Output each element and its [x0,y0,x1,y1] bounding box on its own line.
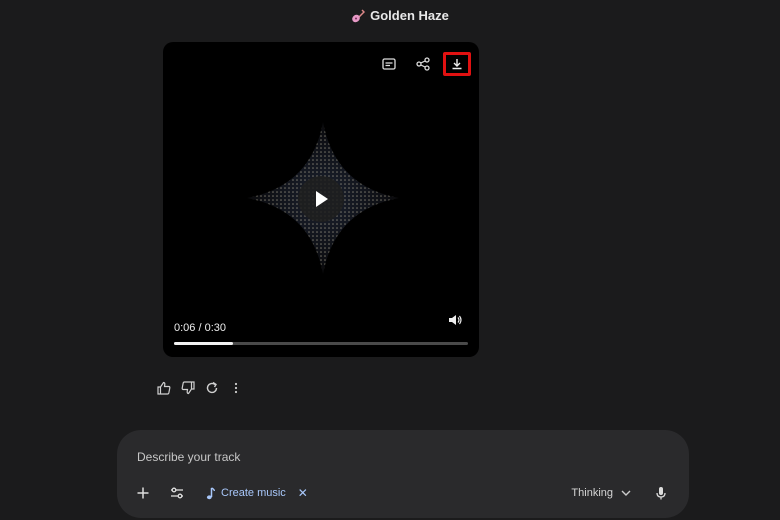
prompt-input[interactable] [135,446,659,468]
download-icon [452,59,462,70]
guitar-icon [351,8,366,23]
volume-icon[interactable] [445,310,465,330]
player-top-controls [379,52,471,76]
regenerate-icon[interactable] [204,380,220,396]
tools-icon[interactable] [167,483,187,503]
music-note-icon [206,486,215,499]
chevron-down-icon [621,490,631,496]
captions-icon[interactable] [379,54,399,74]
time-display: 0:06 / 0:30 [174,322,226,334]
thumbs-down-icon[interactable] [180,380,196,396]
response-actions [156,380,244,396]
progress-bar[interactable] [174,342,468,345]
create-music-chip[interactable]: Create music ✕ [205,486,308,500]
play-button[interactable] [298,176,344,222]
share-icon[interactable] [413,54,433,74]
prompt-composer: Create music ✕ Thinking [117,430,689,518]
add-icon[interactable] [133,483,153,503]
remove-chip-icon[interactable]: ✕ [298,486,308,500]
progress-fill [174,342,233,345]
mode-selector[interactable]: Thinking [571,487,631,499]
track-title-text: Golden Haze [370,8,449,23]
audio-player: 0:06 / 0:30 [163,42,479,357]
thumbs-up-icon[interactable] [156,380,172,396]
music-chat-page: Golden Haze 0:06 / 0:30 Describe your tr… [0,0,780,520]
more-icon[interactable] [228,380,244,396]
download-button-highlight[interactable] [443,52,471,76]
create-music-label: Create music [221,487,286,499]
play-icon [316,191,328,207]
composer-toolbar: Create music ✕ Thinking [133,483,671,503]
track-title: Golden Haze [0,8,780,23]
mode-label: Thinking [571,487,613,499]
microphone-icon[interactable] [651,483,671,503]
